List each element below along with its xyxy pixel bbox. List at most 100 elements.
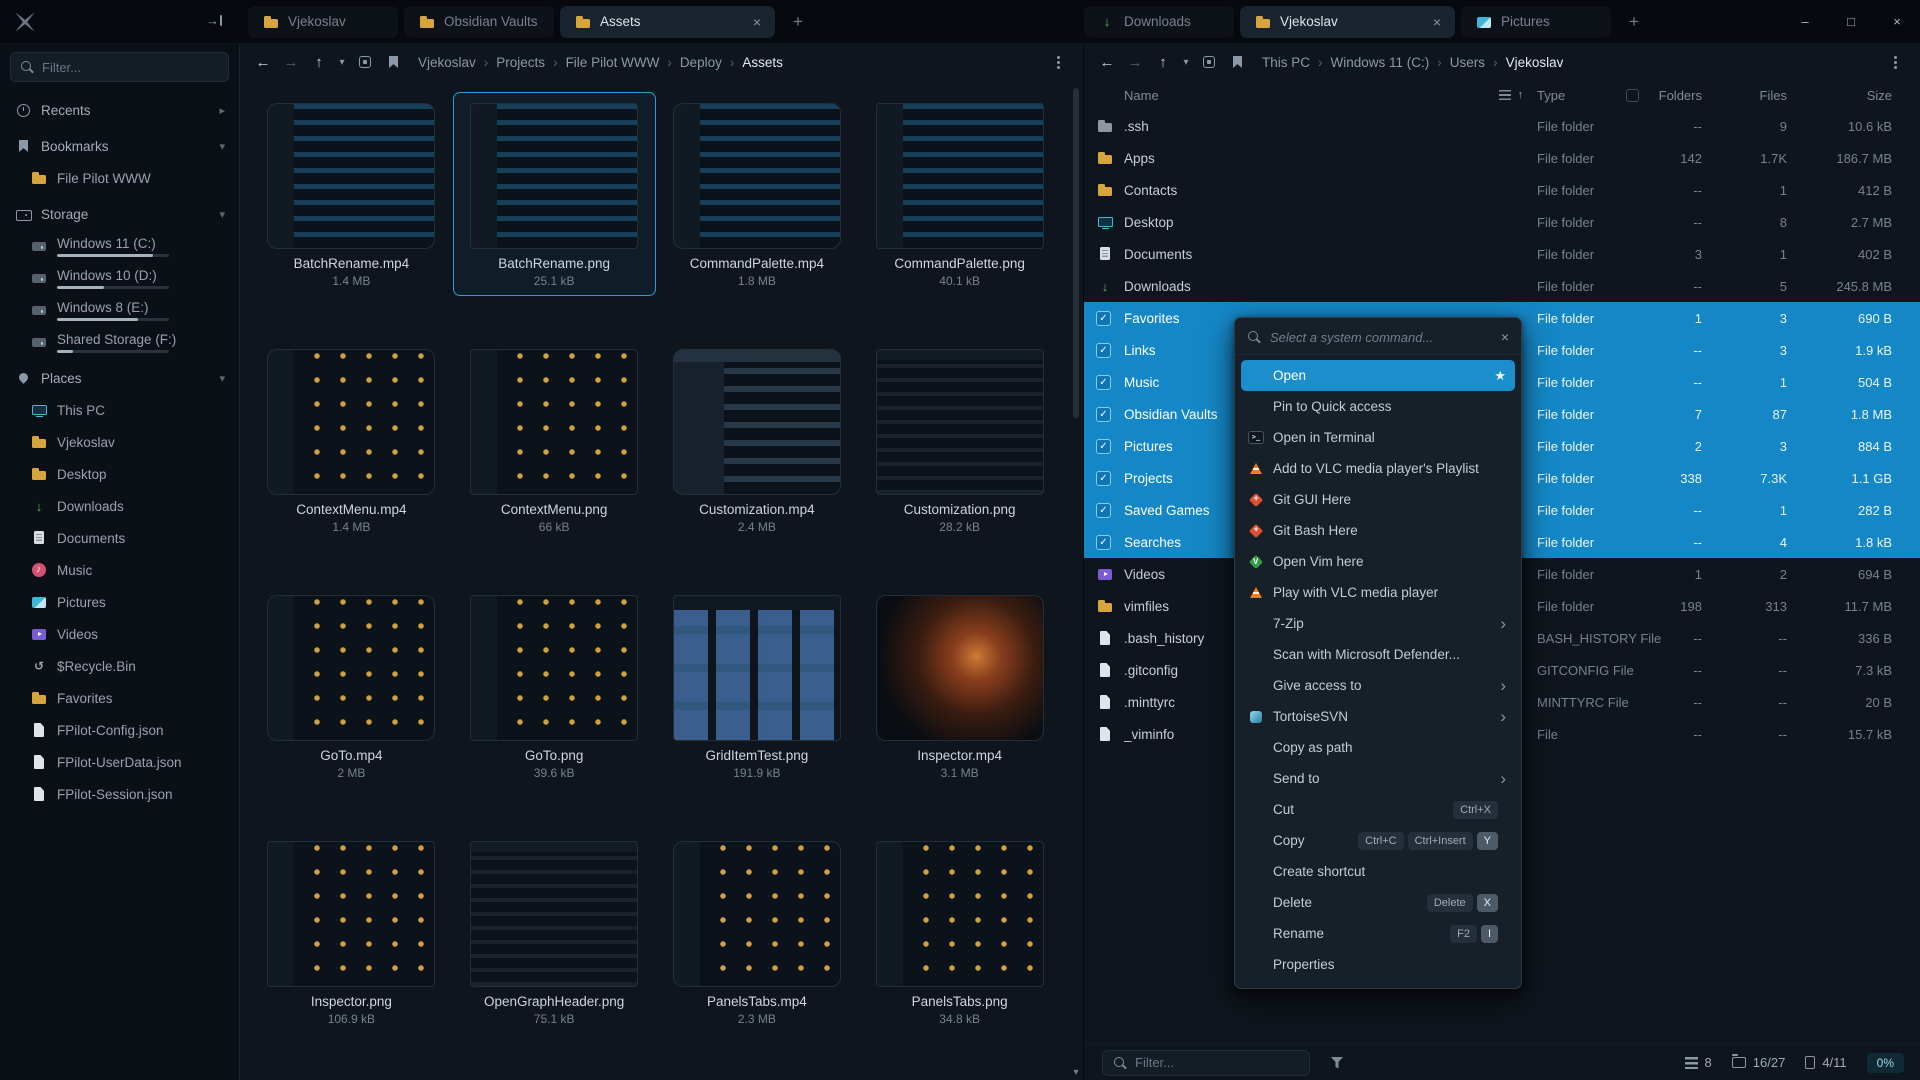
bookmark-toggle-icon[interactable] [380,49,406,75]
file-grid-item[interactable]: GoTo.png 39.6 kB [453,584,656,788]
recents-header[interactable]: Recents ▸ [0,94,239,126]
minimize-button[interactable]: – [1782,0,1828,43]
tab-close-icon[interactable]: × [1433,14,1441,30]
context-menu-item[interactable]: Open in Terminal [1241,422,1515,453]
close-icon[interactable]: × [1501,329,1509,345]
row-checkbox[interactable] [1096,375,1111,390]
breadcrumb-segment[interactable]: File Pilot WWW [566,55,680,70]
file-grid-item[interactable]: OpenGraphHeader.png 75.1 kB [453,830,656,1034]
breadcrumb-segment[interactable]: This PC [1262,55,1331,70]
table-row[interactable]: Contacts File folder -- 1 412 B [1084,174,1920,206]
context-menu-item[interactable]: Cut Ctrl+X [1241,794,1515,825]
file-grid-item[interactable]: Customization.mp4 2.4 MB [656,338,859,542]
context-menu-item[interactable]: Delete DeleteX [1241,887,1515,918]
context-menu-item[interactable]: Scan with Microsoft Defender... [1241,639,1515,670]
column-header-files[interactable]: Files [1702,88,1787,103]
sidebar-filter-input[interactable] [42,60,219,75]
file-grid-item[interactable]: BatchRename.mp4 1.4 MB [250,92,453,296]
back-button[interactable]: ← [250,49,276,75]
breadcrumb-segment[interactable]: Vjekoslav [418,55,496,70]
table-row[interactable]: Downloads File folder -- 5 245.8 MB [1084,270,1920,302]
header-checkbox[interactable] [1626,89,1639,102]
table-row[interactable]: Apps File folder 142 1.7K 186.7 MB [1084,142,1920,174]
breadcrumb-segment[interactable]: Users [1450,55,1506,70]
row-checkbox[interactable] [1096,503,1111,518]
column-header-type[interactable]: Type [1537,88,1657,103]
clipboard-icon[interactable] [352,49,378,75]
sidebar-item[interactable]: File Pilot WWW [0,162,239,194]
sidebar-item[interactable]: Pictures [0,586,239,618]
tab[interactable]: Obsidian Vaults × [404,6,554,38]
storage-header[interactable]: Storage ▾ [0,198,239,230]
file-grid-item[interactable]: PanelsTabs.png 34.8 kB [858,830,1061,1034]
history-dropdown-icon[interactable]: ▾ [334,49,350,75]
status-filter-input[interactable] [1135,1055,1299,1070]
row-checkbox[interactable] [1096,407,1111,422]
chevron-down-icon[interactable]: ▾ [219,140,225,153]
breadcrumb-segment[interactable]: Windows 11 (C:) [1331,55,1450,70]
file-grid-item[interactable]: PanelsTabs.mp4 2.3 MB [656,830,859,1034]
sidebar-item[interactable]: This PC [0,394,239,426]
open-new-tab-icon[interactable]: → [206,13,222,28]
sort-icon[interactable] [1499,90,1511,100]
up-button[interactable]: ↑ [1150,49,1176,75]
file-grid-item[interactable]: ContextMenu.png 66 kB [453,338,656,542]
context-menu-item[interactable]: Properties [1241,949,1515,980]
bookmarks-header[interactable]: Bookmarks ▾ [0,130,239,162]
row-checkbox[interactable] [1096,311,1111,326]
context-menu-item[interactable]: Git GUI Here [1241,484,1515,515]
tab-close-icon[interactable]: × [753,14,761,30]
sidebar-item[interactable]: Desktop [0,458,239,490]
row-checkbox[interactable] [1096,471,1111,486]
bookmark-toggle-icon[interactable] [1224,49,1250,75]
forward-button[interactable]: → [278,49,304,75]
sidebar-item[interactable]: Music [0,554,239,586]
context-menu-item[interactable]: Rename F2I [1241,918,1515,949]
sidebar-item[interactable]: Favorites [0,682,239,714]
column-header-folders[interactable]: Folders [1657,88,1702,103]
table-row[interactable]: .ssh File folder -- 9 10.6 kB [1084,110,1920,142]
file-grid-item[interactable]: Inspector.png 106.9 kB [250,830,453,1034]
pane-menu-button[interactable] [1045,49,1071,75]
chevron-right-icon[interactable]: ▸ [219,104,225,117]
row-checkbox[interactable] [1096,439,1111,454]
column-header-name[interactable]: Name ↑ [1124,88,1537,103]
context-menu-item[interactable]: Git Bash Here [1241,515,1515,546]
context-menu-item[interactable]: Give access to [1241,670,1515,701]
file-grid-item[interactable]: CommandPalette.mp4 1.8 MB [656,92,859,296]
table-row[interactable]: Documents File folder 3 1 402 B [1084,238,1920,270]
row-checkbox[interactable] [1096,535,1111,550]
context-menu-item[interactable]: Create shortcut [1241,856,1515,887]
file-grid-item[interactable]: GoTo.mp4 2 MB [250,584,453,788]
sidebar-drive-item[interactable]: Windows 8 (E:) [0,294,239,326]
maximize-button[interactable]: □ [1828,0,1874,43]
breadcrumb-segment[interactable]: Deploy [680,55,743,70]
breadcrumb-segment[interactable]: Projects [496,55,565,70]
tab[interactable]: Vjekoslav × [1240,6,1455,38]
close-button[interactable]: × [1874,0,1920,43]
context-menu-item[interactable]: TortoiseSVN [1241,701,1515,732]
new-tab-button[interactable]: + [783,12,813,32]
scrollbar-thumb[interactable] [1073,88,1079,418]
pane-menu-button[interactable] [1882,49,1908,75]
context-menu-item[interactable]: Pin to Quick access [1241,391,1515,422]
filter-options-icon[interactable] [1324,1050,1350,1076]
breadcrumb-segment[interactable]: Assets [742,55,783,70]
chevron-down-icon[interactable]: ▾ [219,372,225,385]
forward-button[interactable]: → [1122,49,1148,75]
file-grid-item[interactable]: GridItemTest.png 191.9 kB [656,584,859,788]
context-menu-item[interactable]: 7-Zip [1241,608,1515,639]
context-menu-item[interactable]: Play with VLC media player [1241,577,1515,608]
sidebar-item[interactable]: FPilot-Config.json [0,714,239,746]
sidebar-item[interactable]: Vjekoslav [0,426,239,458]
chevron-down-icon[interactable]: ▾ [219,208,225,221]
sidebar-drive-item[interactable]: Shared Storage (F:) [0,326,239,358]
new-tab-button[interactable]: + [1619,12,1649,32]
back-button[interactable]: ← [1094,49,1120,75]
places-header[interactable]: Places ▾ [0,362,239,394]
file-grid-item[interactable]: Customization.png 28.2 kB [858,338,1061,542]
scroll-down-icon[interactable]: ▾ [1070,1067,1082,1078]
up-button[interactable]: ↑ [306,49,332,75]
table-row[interactable]: Desktop File folder -- 8 2.7 MB [1084,206,1920,238]
context-menu-item[interactable]: Open Vim here [1241,546,1515,577]
